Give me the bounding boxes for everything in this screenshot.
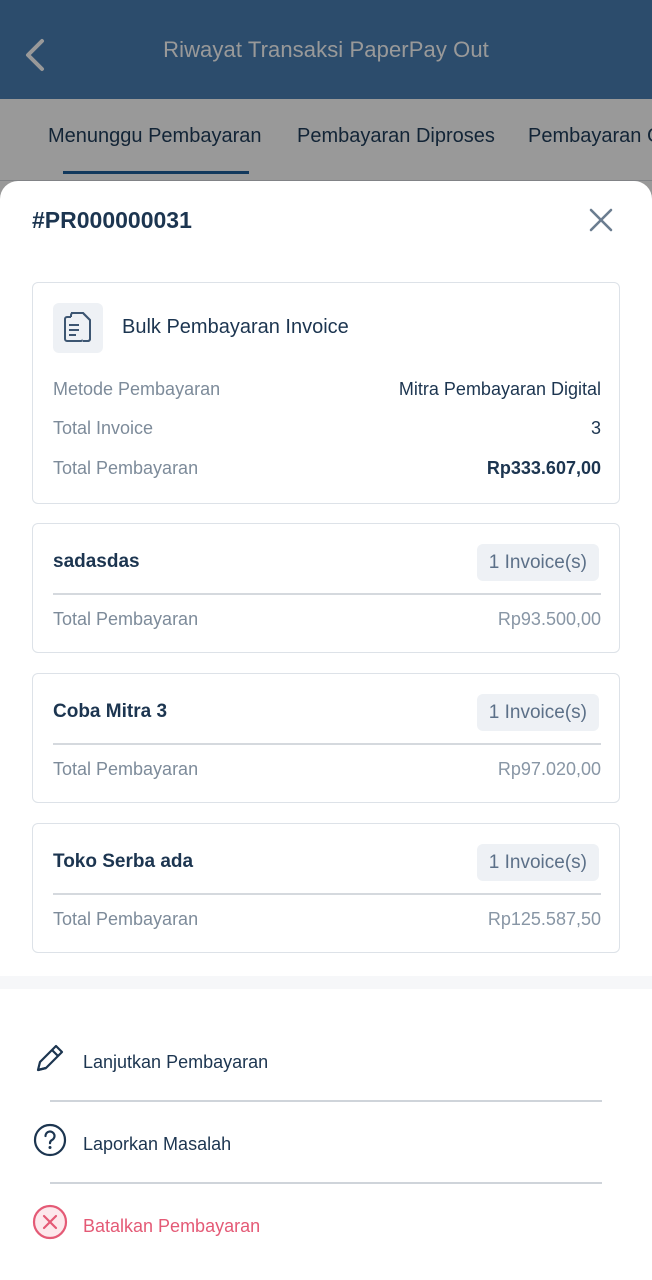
invoice-count-badge: 1 Invoice(s) (476, 844, 599, 881)
payment-summary-card: Bulk Pembayaran Invoice Metode Pembayara… (32, 282, 620, 504)
row-value: Rp125.587,50 (487, 909, 601, 929)
row-value: Rp333.607,00 (486, 458, 601, 478)
pencil-icon (36, 1044, 64, 1072)
merchant-name: sadasdas (53, 551, 140, 572)
close-icon[interactable] (588, 207, 614, 233)
cancel-payment-button[interactable]: Batalkan Pembayaran (0, 1196, 652, 1256)
merchant-name: Toko Serba ada (53, 851, 194, 872)
continue-payment-button[interactable]: Lanjutkan Pembayaran (0, 1032, 652, 1092)
transaction-id: #PR000000031 (32, 207, 192, 233)
divider (53, 593, 601, 595)
document-icon (53, 303, 103, 353)
divider (53, 893, 601, 895)
summary-row-total-invoice: Total Invoice 3 (53, 418, 601, 446)
row-value: Rp97.020,00 (497, 759, 601, 779)
report-problem-button[interactable]: Laporkan Masalah (0, 1114, 652, 1174)
action-label: Laporkan Masalah (83, 1134, 232, 1154)
summary-row-payment-method: Metode Pembayaran Mitra Pembayaran Digit… (53, 379, 601, 407)
summary-row-total-payment: Total Pembayaran Rp333.607,00 (53, 458, 601, 486)
merchant-card: Toko Serba ada 1 Invoice(s) Total Pembay… (32, 823, 620, 953)
divider (53, 743, 601, 745)
transaction-detail-sheet: #PR000000031 Bulk Pembayaran Invoice Met… (0, 181, 652, 1280)
row-label: Total Invoice (53, 418, 154, 438)
sheet-header: #PR000000031 (32, 205, 620, 245)
row-label: Metode Pembayaran (53, 379, 221, 399)
row-value: 3 (590, 418, 601, 438)
merchant-total-row: Total Pembayaran Rp97.020,00 (53, 759, 601, 787)
merchant-name: Coba Mitra 3 (53, 701, 168, 722)
divider (50, 1182, 602, 1184)
invoice-count-badge: 1 Invoice(s) (476, 694, 599, 731)
section-separator (0, 976, 652, 989)
row-label: Total Pembayaran (53, 458, 199, 478)
row-value: Mitra Pembayaran Digital (398, 379, 601, 399)
row-label: Total Pembayaran (53, 759, 199, 779)
merchant-total-row: Total Pembayaran Rp125.587,50 (53, 909, 601, 937)
help-circle-icon (33, 1123, 67, 1157)
merchant-total-row: Total Pembayaran Rp93.500,00 (53, 609, 601, 637)
merchant-card: sadasdas 1 Invoice(s) Total Pembayaran R… (32, 523, 620, 653)
invoice-count-badge: 1 Invoice(s) (476, 544, 599, 581)
row-label: Total Pembayaran (53, 609, 199, 629)
row-label: Total Pembayaran (53, 909, 199, 929)
merchant-card: Coba Mitra 3 1 Invoice(s) Total Pembayar… (32, 673, 620, 803)
divider (50, 1100, 602, 1102)
cancel-circle-icon (32, 1204, 68, 1240)
row-value: Rp93.500,00 (497, 609, 601, 629)
summary-title: Bulk Pembayaran Invoice (122, 316, 349, 338)
action-label: Batalkan Pembayaran (83, 1216, 261, 1236)
action-label: Lanjutkan Pembayaran (83, 1052, 269, 1072)
